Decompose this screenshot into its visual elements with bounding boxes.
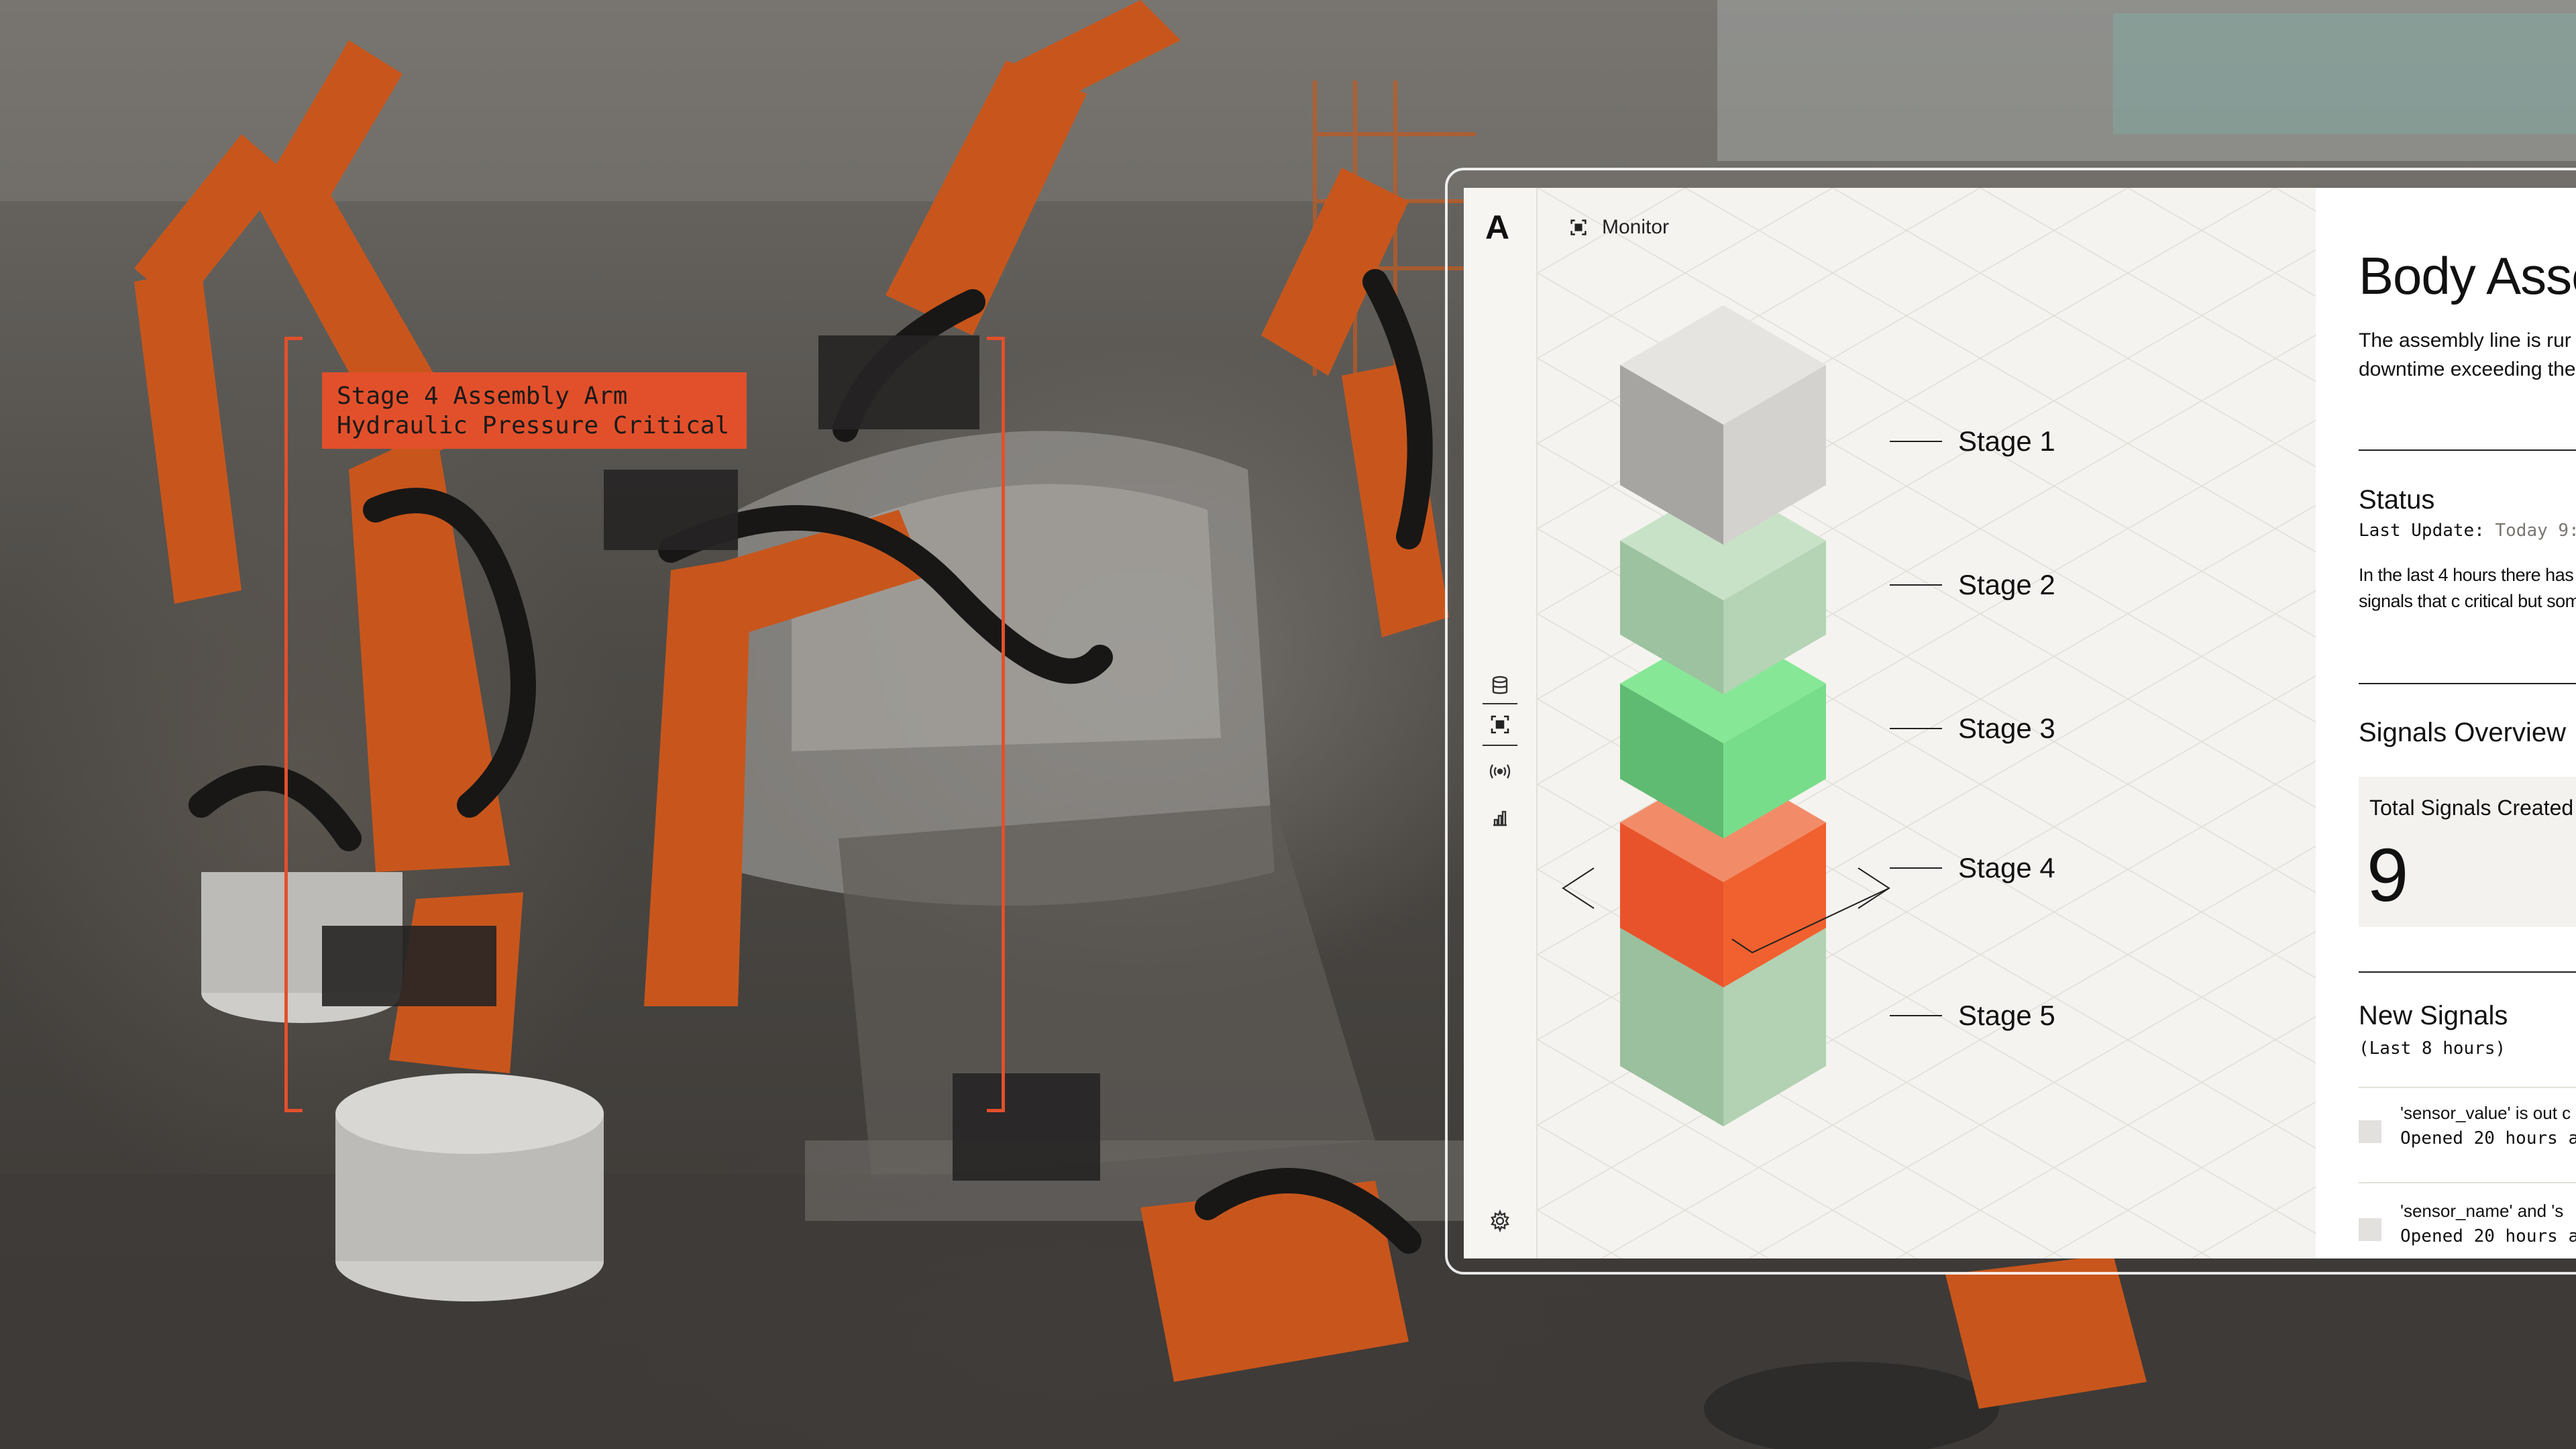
status-heading: Status	[2359, 485, 2435, 515]
signal-text: 'sensor_name' and 's	[2400, 1201, 2564, 1221]
database-icon[interactable]	[1483, 668, 1517, 703]
stage-5-leader-line	[1890, 1015, 1942, 1016]
monitor-canvas: Monitor Stage 1 Stage 2 Stage 3 Stage 4 …	[1538, 188, 2316, 1258]
signal-opened: Opened 20 hours a	[2400, 1128, 2576, 1148]
stage-2-label[interactable]: Stage 2	[1890, 569, 2055, 601]
new-signals-heading: New Signals	[2359, 1001, 2508, 1030]
divider	[2359, 683, 2576, 684]
total-signals-value: 9	[2367, 833, 2409, 917]
total-signals-label: Total Signals Created	[2369, 796, 2574, 820]
signal-icon[interactable]	[1483, 754, 1517, 789]
signal-checkbox[interactable]	[2359, 1120, 2381, 1143]
stage-1-text: Stage 1	[1958, 425, 2055, 457]
stage-4-leader-line	[1890, 867, 1942, 869]
stage-3-leader-line	[1890, 728, 1942, 729]
hotspot-label[interactable]: Stage 4 Assembly Arm Hydraulic Pressure …	[322, 372, 747, 449]
status-text: In the last 4 hours there has couple min…	[2359, 565, 2576, 611]
last-update: Last Update: Today 9:	[2359, 521, 2576, 541]
hotspot-line-1: Stage 4 Assembly Arm	[337, 382, 628, 410]
signal-text: 'sensor_value' is out c	[2400, 1103, 2571, 1123]
app-logo[interactable]: A	[1485, 211, 1509, 244]
stage-4-text: Stage 4	[1958, 852, 2055, 883]
last-update-value: Today 9:	[2495, 521, 2576, 541]
signal-checkbox[interactable]	[2359, 1218, 2381, 1241]
chart-icon[interactable]	[1483, 801, 1517, 836]
stage-1-leader-line	[1890, 441, 1942, 442]
stage-2-leader-line	[1890, 584, 1942, 586]
signals-overview-heading: Signals Overview	[2359, 718, 2567, 747]
stage-3-text: Stage 3	[1958, 712, 2055, 744]
new-signals-subheading: (Last 8 hours)	[2359, 1038, 2506, 1059]
signal-item[interactable]: 'sensor_value' is out c Opened 20 hours …	[2359, 1092, 2576, 1179]
stage-3-label[interactable]: Stage 3	[1890, 712, 2055, 745]
stage-2-text: Stage 2	[1958, 569, 2055, 600]
intro-text: The assembly line is rur with minimal do…	[2359, 329, 2576, 380]
monitor-icon[interactable]	[1483, 703, 1517, 746]
hotspot-line-2: Hydraulic Pressure Critical	[337, 412, 730, 439]
detail-panel: Body Asse The assembly line is rur with …	[2316, 188, 2576, 1258]
app-window: A Monitor Stage 1 Stage 2 Stage 3 Stage …	[1464, 188, 2576, 1258]
page-title: Body Asse	[2359, 246, 2576, 305]
stage-5-text: Stage 5	[1958, 1000, 2055, 1031]
row-divider	[2359, 1182, 2576, 1183]
sidebar: A	[1464, 188, 1538, 1258]
stage-4-label[interactable]: Stage 4	[1890, 852, 2055, 884]
gear-icon[interactable]	[1483, 1203, 1517, 1238]
signal-opened: Opened 20 hours a	[2400, 1226, 2576, 1246]
divider	[2359, 971, 2576, 973]
monitor-tab[interactable]: Monitor	[1570, 216, 1669, 239]
stage-1-label[interactable]: Stage 1	[1890, 425, 2055, 458]
monitor-tab-label: Monitor	[1602, 216, 1670, 238]
last-update-label: Last Update:	[2359, 521, 2485, 541]
monitor-tab-icon	[1570, 219, 1587, 235]
row-divider	[2359, 1087, 2576, 1088]
divider	[2359, 449, 2576, 451]
total-signals-card[interactable]: Total Signals Created 9	[2359, 777, 2576, 927]
stage-5-label[interactable]: Stage 5	[1890, 1000, 2055, 1032]
signal-item[interactable]: 'sensor_name' and 's Opened 20 hours a	[2359, 1190, 2576, 1258]
